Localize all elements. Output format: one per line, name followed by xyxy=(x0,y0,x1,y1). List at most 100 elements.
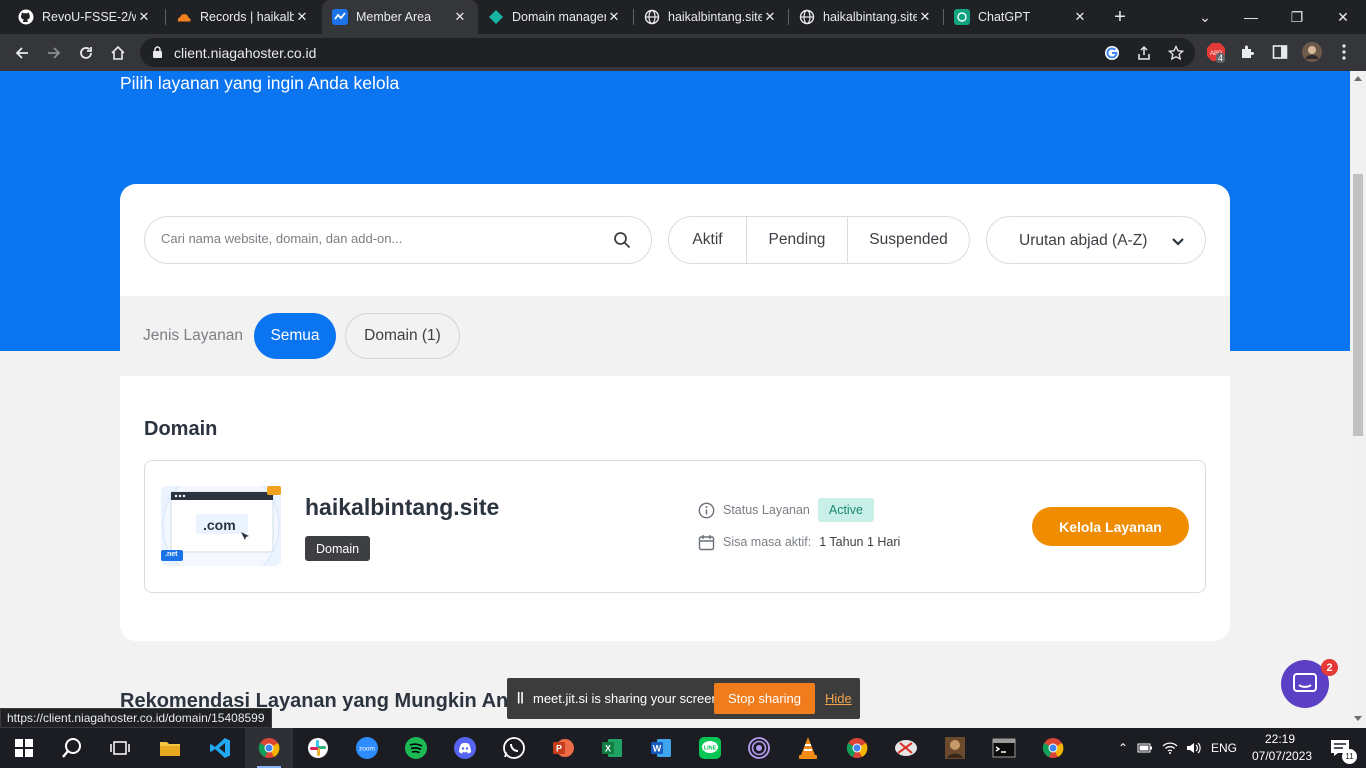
screen-share-bar: || meet.jit.si is sharing your screen. S… xyxy=(507,678,860,719)
type-domain-button[interactable]: Domain (1) xyxy=(345,313,460,359)
svg-text:P: P xyxy=(556,744,562,754)
service-name: haikalbintang.site xyxy=(305,494,500,520)
chrome-taskbar-icon[interactable] xyxy=(245,728,293,768)
calendar-icon xyxy=(697,533,715,551)
vlc-icon[interactable] xyxy=(784,728,832,768)
chat-notification-badge: 2 xyxy=(1321,659,1338,676)
excel-icon[interactable]: X xyxy=(588,728,636,768)
sort-dropdown[interactable]: Urutan abjad (A-Z) xyxy=(986,216,1206,264)
line-icon[interactable]: LINE xyxy=(686,728,734,768)
share-icon[interactable] xyxy=(1134,43,1154,63)
language-indicator[interactable]: ENG xyxy=(1206,741,1242,755)
task-view-icon[interactable] xyxy=(96,728,144,768)
close-icon[interactable]: ✕ xyxy=(136,9,152,25)
zoom-icon[interactable]: zoom xyxy=(343,728,391,768)
wifi-icon[interactable] xyxy=(1158,742,1182,754)
tab-site-1[interactable]: haikalbintang.site ✕ xyxy=(634,0,788,34)
tab-label: Domain manager xyxy=(512,10,606,24)
snipping-tool-icon[interactable] xyxy=(882,728,930,768)
forward-button[interactable] xyxy=(42,41,66,65)
close-icon[interactable]: ✕ xyxy=(452,9,468,25)
terminal-icon[interactable] xyxy=(980,728,1028,768)
page-content: Pilih layanan yang ingin Anda kelola Akt… xyxy=(0,71,1350,727)
notification-count-badge: 11 xyxy=(1342,749,1357,764)
whatsapp-icon[interactable] xyxy=(490,728,538,768)
windows-taskbar: zoom P X W LINE ⌃ ENG 22:19 07/07/2023 1… xyxy=(0,728,1366,768)
bookmark-star-icon[interactable] xyxy=(1166,43,1186,63)
close-icon[interactable]: ✕ xyxy=(917,9,933,25)
close-icon[interactable]: ✕ xyxy=(606,9,622,25)
tab-search-icon[interactable]: ⌄ xyxy=(1182,0,1228,34)
file-explorer-icon[interactable] xyxy=(146,728,194,768)
notification-center-icon[interactable]: 11 xyxy=(1316,728,1364,768)
chrome-menu-icon[interactable] xyxy=(1334,42,1354,62)
filter-aktif[interactable]: Aktif xyxy=(669,217,746,263)
tab-records[interactable]: Records | haikalb ✕ xyxy=(166,0,320,34)
svg-text:X: X xyxy=(605,744,611,754)
close-icon[interactable]: ✕ xyxy=(1072,9,1088,25)
search-input[interactable] xyxy=(161,231,581,246)
globe-icon xyxy=(799,9,815,25)
chrome-3-icon[interactable] xyxy=(1029,728,1077,768)
tab-site-2[interactable]: haikalbintang.site ✕ xyxy=(789,0,943,34)
type-semua-button[interactable]: Semua xyxy=(254,313,336,359)
search-icon[interactable] xyxy=(613,231,631,254)
new-tab-button[interactable]: + xyxy=(1110,6,1130,29)
scrollbar-thumb[interactable] xyxy=(1353,174,1363,436)
close-window-button[interactable]: ✕ xyxy=(1320,0,1366,34)
globe-icon xyxy=(644,9,660,25)
reload-button[interactable] xyxy=(74,41,98,65)
tor-browser-icon[interactable] xyxy=(735,728,783,768)
taskbar-clock[interactable]: 22:19 07/07/2023 xyxy=(1252,731,1312,765)
powerpoint-icon[interactable]: P xyxy=(539,728,587,768)
services-card: Aktif Pending Suspended Urutan abjad (A-… xyxy=(120,184,1230,641)
close-icon[interactable]: ✕ xyxy=(762,9,778,25)
stop-sharing-button[interactable]: Stop sharing xyxy=(714,683,815,714)
spotify-icon[interactable] xyxy=(392,728,440,768)
slack-icon[interactable] xyxy=(294,728,342,768)
tab-member-area[interactable]: Member Area ✕ xyxy=(322,0,478,34)
scroll-down-arrow[interactable] xyxy=(1354,716,1362,721)
word-icon[interactable]: W xyxy=(637,728,685,768)
service-status-row: Status Layanan Active xyxy=(697,498,874,522)
status-filter: Aktif Pending Suspended xyxy=(668,216,970,264)
home-icon xyxy=(111,45,125,60)
tab-domain-manager[interactable]: Domain manager ✕ xyxy=(478,0,632,34)
start-button[interactable] xyxy=(0,728,48,768)
profile-avatar-icon[interactable] xyxy=(1302,42,1322,62)
google-icon[interactable] xyxy=(1102,43,1122,63)
side-panel-icon[interactable] xyxy=(1270,42,1290,62)
service-type-label: Jenis Layanan xyxy=(143,327,243,344)
back-button[interactable] xyxy=(10,41,34,65)
search-box[interactable] xyxy=(144,216,652,264)
search-icon[interactable] xyxy=(48,728,96,768)
game-app-icon[interactable] xyxy=(931,728,979,768)
show-hidden-icons-icon[interactable]: ⌃ xyxy=(1114,741,1132,755)
scroll-up-arrow[interactable] xyxy=(1354,76,1362,81)
discord-icon[interactable] xyxy=(441,728,489,768)
address-bar[interactable]: client.niagahoster.co.id xyxy=(140,38,1195,67)
home-button[interactable] xyxy=(106,41,130,65)
hide-share-bar-link[interactable]: Hide xyxy=(825,691,852,706)
thumb-com-text: .com xyxy=(203,517,236,533)
remaining-label: Sisa masa aktif: xyxy=(723,535,812,549)
chrome-2-icon[interactable] xyxy=(833,728,881,768)
filter-pending[interactable]: Pending xyxy=(746,217,847,263)
adblock-icon[interactable]: ABP 4 xyxy=(1206,42,1226,63)
vscode-icon[interactable] xyxy=(196,728,244,768)
manage-service-button[interactable]: Kelola Layanan xyxy=(1032,507,1189,546)
lock-icon[interactable] xyxy=(152,46,163,64)
info-icon xyxy=(697,501,715,519)
filter-suspended[interactable]: Suspended xyxy=(847,217,969,263)
battery-icon[interactable] xyxy=(1132,743,1158,753)
extensions-puzzle-icon[interactable] xyxy=(1238,42,1258,62)
restore-button[interactable]: ❐ xyxy=(1274,0,1320,34)
chatgpt-icon xyxy=(954,9,970,25)
page-scrollbar[interactable] xyxy=(1350,71,1366,727)
minimize-button[interactable]: — xyxy=(1228,0,1274,34)
tab-revou[interactable]: RevoU-FSSE-2/w ✕ xyxy=(8,0,162,34)
tab-chatgpt[interactable]: ChatGPT ✕ xyxy=(944,0,1098,34)
volume-icon[interactable] xyxy=(1182,742,1206,754)
tab-label: haikalbintang.site xyxy=(668,10,762,24)
close-icon[interactable]: ✕ xyxy=(294,9,310,25)
